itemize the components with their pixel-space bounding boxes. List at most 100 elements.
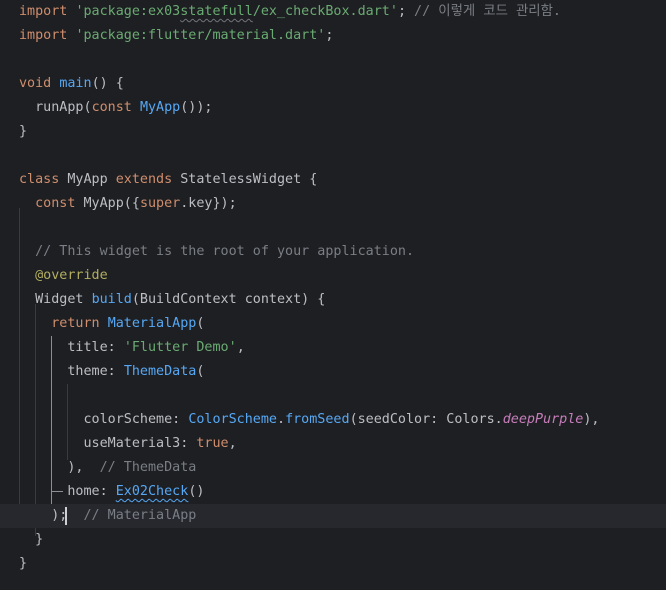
code-text: return MaterialApp( (19, 312, 204, 336)
code-token: colorScheme: (19, 412, 189, 427)
code-text: colorScheme: ColorScheme.fromSeed(seedCo… (19, 408, 600, 432)
code-token: @override (35, 268, 108, 283)
code-line[interactable]: } (0, 528, 666, 552)
code-line[interactable]: Widget build(BuildContext context) { (0, 288, 666, 312)
code-token: extends (115, 172, 181, 187)
code-token: Ex02Check (115, 484, 189, 499)
code-text: ), // ThemeData (19, 456, 196, 480)
code-token: title: (19, 340, 124, 355)
code-text: import 'package:ex03statefull/ex_checkBo… (19, 0, 561, 24)
code-token: home: (19, 484, 116, 499)
code-token: (BuildContext context) { (131, 292, 326, 307)
code-line[interactable]: void main() { (0, 72, 666, 96)
code-text: @override (19, 264, 108, 288)
code-token: } (19, 556, 28, 571)
code-text: Widget build(BuildContext context) { (19, 288, 325, 312)
code-token: 'package:ex03 (75, 4, 181, 19)
code-text: const MyApp({super.key}); (19, 192, 237, 216)
code-token: } (19, 124, 28, 139)
code-token: ), (19, 460, 100, 475)
code-token: useMaterial3: (19, 436, 197, 451)
code-token: (seedColor: Colors. (349, 412, 503, 427)
code-token: deepPurple (502, 412, 584, 427)
code-line[interactable] (0, 216, 666, 240)
code-token: ; (397, 4, 406, 19)
code-line[interactable]: import 'package:flutter/material.dart'; (0, 24, 666, 48)
code-token: Widget (19, 292, 92, 307)
code-line[interactable]: home: Ex02Check() (0, 480, 666, 504)
code-line[interactable]: return MaterialApp( (0, 312, 666, 336)
code-line[interactable]: class MyApp extends StatelessWidget { (0, 168, 666, 192)
code-token: ); (19, 508, 84, 523)
code-token: // This widget is the root of your appli… (19, 244, 415, 259)
code-line[interactable]: title: 'Flutter Demo', (0, 336, 666, 360)
code-token: () (188, 484, 205, 499)
code-token: StatelessWidget { (180, 172, 318, 187)
code-token: ThemeData (123, 364, 197, 379)
code-token: fromSeed (285, 412, 350, 427)
code-text: useMaterial3: true, (19, 432, 236, 456)
code-token: // 이렇게 코드 관리함. (406, 4, 561, 19)
text-caret (65, 507, 67, 525)
code-token: main (59, 76, 92, 91)
code-line[interactable]: ), // ThemeData (0, 456, 666, 480)
code-line[interactable] (0, 144, 666, 168)
code-token: , (236, 340, 245, 355)
code-text: class MyApp extends StatelessWidget { (19, 168, 317, 192)
code-line[interactable]: colorScheme: ColorScheme.fromSeed(seedCo… (0, 408, 666, 432)
code-text: title: 'Flutter Demo', (19, 336, 245, 360)
code-line[interactable]: const MyApp({super.key}); (0, 192, 666, 216)
code-text: // This widget is the root of your appli… (19, 240, 414, 264)
code-token: const (91, 100, 140, 115)
code-line[interactable]: } (0, 120, 666, 144)
code-token: statefull (180, 4, 253, 19)
code-token: import (19, 28, 76, 43)
code-token: ; (325, 28, 334, 43)
code-text: ); // MaterialApp (19, 504, 196, 528)
code-line[interactable]: // This widget is the root of your appli… (0, 240, 666, 264)
code-token: } (19, 532, 44, 547)
code-text: theme: ThemeData( (19, 360, 204, 384)
code-text: home: Ex02Check() (19, 480, 204, 504)
code-line[interactable]: import 'package:ex03statefull/ex_checkBo… (0, 0, 666, 24)
code-line[interactable]: } (0, 552, 666, 576)
code-token: 'Flutter Demo' (123, 340, 237, 355)
code-token: theme: (19, 364, 124, 379)
code-token: // ThemeData (99, 460, 197, 475)
code-token: () { (91, 76, 124, 91)
code-token: 'package:flutter/material.dart' (75, 28, 326, 43)
code-token: MyApp (67, 172, 116, 187)
code-text: void main() { (19, 72, 124, 96)
code-token: true (196, 436, 229, 451)
code-token: /ex_checkBox.dart' (252, 4, 398, 19)
code-token: return (51, 316, 108, 331)
code-line[interactable]: @override (0, 264, 666, 288)
code-text: } (19, 528, 43, 552)
code-line[interactable]: theme: ThemeData( (0, 360, 666, 384)
code-token: const (35, 196, 84, 211)
code-token: // MaterialApp (83, 508, 197, 523)
code-text: } (19, 120, 27, 144)
code-text: } (19, 552, 27, 576)
code-token: .key}); (180, 196, 237, 211)
code-token: import (19, 4, 76, 19)
code-editor[interactable]: import 'package:ex03statefull/ex_checkBo… (0, 0, 666, 590)
code-line[interactable] (0, 384, 666, 408)
code-line[interactable] (0, 48, 666, 72)
code-line[interactable]: useMaterial3: true, (0, 432, 666, 456)
code-line[interactable]: ); // MaterialApp (0, 504, 666, 528)
code-token: ), (583, 412, 600, 427)
code-token: ( (196, 316, 205, 331)
code-token: MyApp (139, 100, 181, 115)
code-token: ColorScheme (188, 412, 277, 427)
code-text: runApp(const MyApp()); (19, 96, 213, 120)
code-token: MaterialApp (107, 316, 197, 331)
code-token: void (19, 76, 60, 91)
code-line[interactable]: runApp(const MyApp()); (0, 96, 666, 120)
code-token: ()); (180, 100, 213, 115)
code-token: ( (196, 364, 205, 379)
code-token: build (91, 292, 132, 307)
